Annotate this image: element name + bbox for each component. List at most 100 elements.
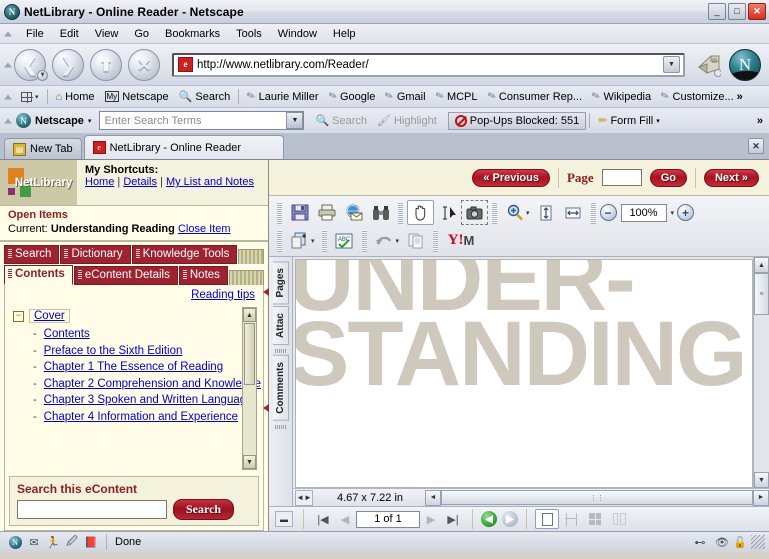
toc-link[interactable]: Chapter 1 The Essence of Reading [44,361,223,373]
bookmarkbar-grip-icon[interactable] [4,94,12,99]
mail-icon[interactable]: ✉ [27,536,41,549]
stop-button[interactable]: ✕ [128,48,160,81]
menu-item-edit[interactable]: Edit [52,26,87,42]
maximize-button[interactable]: □ [728,3,746,20]
scrollbar-thumb[interactable] [244,323,255,385]
pdf-vertical-scrollbar[interactable]: ▲ ≡ ▼ [753,257,769,488]
next-page-button[interactable]: Next » [703,168,759,187]
url-text[interactable]: http://www.netlibrary.com/Reader/ [197,59,663,71]
panel-collapse-handle-top[interactable] [262,288,269,297]
print-icon[interactable] [691,50,725,80]
pdf-tab-pages[interactable]: Pages [272,261,289,305]
page-size-resize-icon[interactable]: ◄► [295,489,313,506]
go-button[interactable]: Go [649,168,687,187]
reading-tips-link[interactable]: Reading tips [191,289,255,301]
list-item[interactable]: - Chapter 4 Information and Experience [33,411,263,423]
scroll-up-icon[interactable]: ▲ [243,308,256,322]
panel-collapse-handle-bottom[interactable] [262,404,269,413]
bookmark-google[interactable]: ✎ Google [324,90,381,104]
minimize-button[interactable]: _ [708,3,726,20]
toc-link[interactable]: Chapter 4 Information and Experience [44,411,238,423]
toolbar-grip-icon[interactable] [277,201,282,224]
zoom-level-dropdown-icon[interactable]: ▾ [671,209,675,217]
bookmark-consumer-reports[interactable]: ✎ Consumer Rep... [483,90,588,104]
tab-close-button[interactable]: ✕ [748,138,764,154]
select-text-icon[interactable] [434,200,461,225]
nl-tab-notes[interactable]: Notes [178,266,228,285]
list-item[interactable]: - Chapter 2 Comprehension and Knowledge [33,378,263,390]
side-tab-grip-icon[interactable] [274,425,287,430]
snapshot-camera-icon[interactable] [461,200,488,225]
netlibrary-logo[interactable]: NetLibrary [0,160,77,205]
copy-icon[interactable] [402,228,429,253]
unlocked-padlock-icon[interactable]: 🔓 [733,536,747,549]
addressbook-icon[interactable]: 📕 [84,536,98,549]
bookmark-search[interactable]: 🔍 Search [174,89,236,104]
menu-item-file[interactable]: File [18,26,52,42]
save-icon[interactable] [286,200,313,225]
scroll-left-icon[interactable]: ◄ [425,489,441,506]
toolbar-grip-icon[interactable] [277,229,282,252]
menu-item-help[interactable]: Help [325,26,364,42]
popup-blocker-button[interactable]: Pop-Ups Blocked: 551 [447,111,587,130]
back-button[interactable]: ❮ ▼ [14,48,48,81]
menu-grip-icon[interactable] [4,31,12,36]
search-button[interactable]: 🔍 Search [310,113,372,128]
toolbar-grip-icon[interactable] [321,229,327,252]
list-item[interactable]: - Preface to the Sixth Edition [33,345,263,357]
nl-tab-search[interactable]: Search [4,245,60,264]
nl-tab-knowledge-tools[interactable]: Knowledge Tools [131,245,238,264]
netscape-home-logo-icon[interactable]: N [729,48,761,81]
bookmark-laurie-miller[interactable]: ✎ Laurie Miller [242,90,323,104]
search-binoculars-icon[interactable] [367,200,394,225]
previous-page-button[interactable]: ◀ [334,509,356,529]
highlight-button[interactable]: 🖌 Highlight [372,113,442,128]
navbar-grip-icon[interactable] [4,62,12,67]
zoom-level-input[interactable]: 100% [620,203,667,222]
single-page-layout-button[interactable] [535,509,559,529]
next-page-button[interactable]: ▶ [420,509,442,529]
toc-link[interactable]: Chapter 2 Comprehension and Knowledge [44,378,261,390]
bookmark-mcpl[interactable]: ✎ MCPL [431,90,483,104]
form-fill-button[interactable]: ✏ Form Fill ▾ [593,113,665,128]
searchbar-grip-icon[interactable] [4,118,12,123]
list-item[interactable]: - Chapter 3 Spoken and Written Language [33,394,263,406]
form-fill-dropdown-icon[interactable]: ▾ [656,117,660,125]
scroll-down-icon[interactable]: ▼ [754,472,769,488]
continuous-facing-layout-button[interactable] [607,509,631,529]
toolbar-grip-icon[interactable] [361,229,367,252]
connection-icon[interactable]: ⊷ [689,536,711,549]
zoom-out-button[interactable]: − [599,204,617,221]
bookmark-customize[interactable]: ✎ Customize... » [656,90,748,104]
toc-link[interactable]: Contents [44,328,90,340]
toc-link[interactable]: Preface to the Sixth Edition [44,345,183,357]
toc-item-cover[interactable]: Cover [29,309,70,323]
first-page-button[interactable]: |◀ [312,509,334,529]
bookmark-folder-button[interactable]: ▾ [16,91,44,103]
tab-netlibrary-online-reader[interactable]: e NetLibrary - Online Reader [83,135,284,159]
url-bar[interactable]: e http://www.netlibrary.com/Reader/ ▼ [172,52,685,77]
shortcut-my-list-and-notes[interactable]: My List and Notes [166,176,254,188]
continuous-layout-button[interactable] [559,509,583,529]
fit-width-icon[interactable] [560,200,587,225]
zoom-in-tool-icon[interactable] [501,200,528,225]
previous-page-button[interactable]: « Previous [472,168,550,187]
toolbar-grip-icon[interactable] [433,229,439,252]
menu-item-go[interactable]: Go [126,26,157,42]
scroll-down-icon[interactable]: ▼ [243,455,256,469]
toolbar-grip-icon[interactable] [590,201,596,224]
toolbar-grip-icon[interactable] [398,201,403,224]
search-input[interactable]: Enter Search Terms ▼ [99,111,305,130]
forward-button[interactable]: ❯ [52,48,84,81]
collapse-icon[interactable]: − [13,310,24,322]
scrollbar-thumb[interactable]: ≡ [754,273,769,315]
menu-item-tools[interactable]: Tools [228,26,270,42]
nl-tab-econtent-details[interactable]: eContent Details [73,266,178,285]
toc-scrollbar[interactable]: ▲ ▼ [242,307,257,470]
bookmark-wikipedia[interactable]: ✎ Wikipedia [587,90,656,104]
page-number-input[interactable] [601,169,642,186]
scroll-right-icon[interactable]: ► [753,489,769,506]
search-brand-dropdown-icon[interactable]: ▾ [88,117,92,125]
print-icon[interactable] [313,200,340,225]
bookmark-netscape[interactable]: My Netscape [100,90,174,104]
